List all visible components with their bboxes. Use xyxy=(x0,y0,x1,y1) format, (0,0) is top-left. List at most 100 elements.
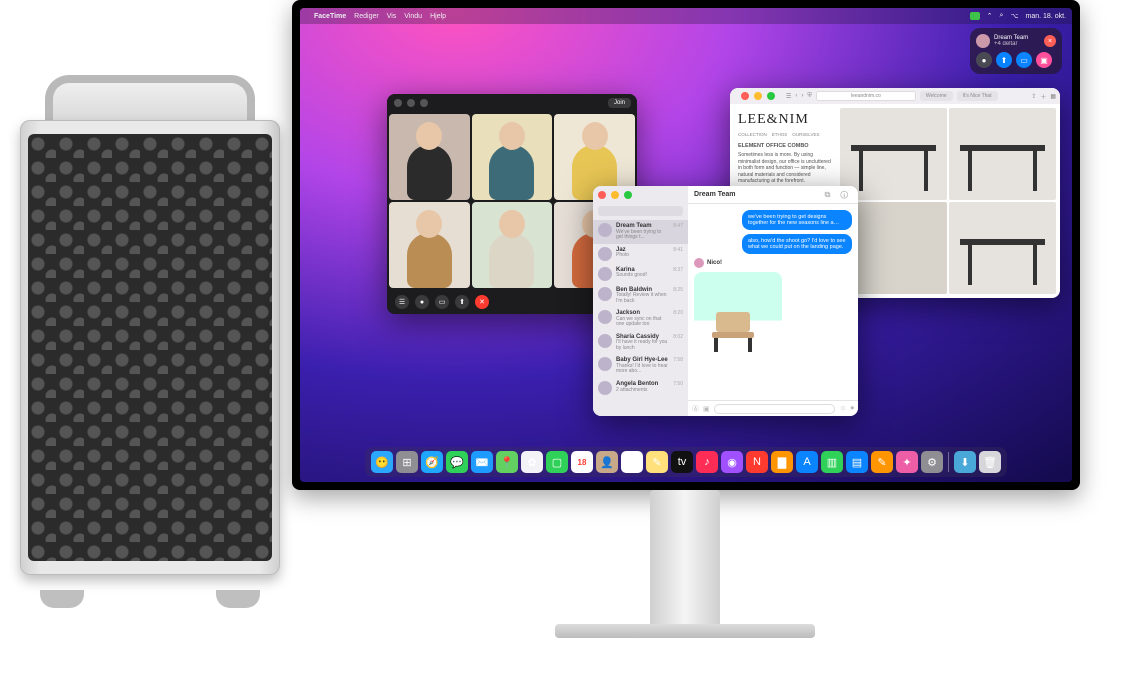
new-tab-icon[interactable]: ＋ xyxy=(1040,92,1046,101)
conversation-row[interactable]: Ben BaldwinTotally! Review it when I'm b… xyxy=(593,284,688,308)
compose-bar[interactable]: Ⓐ ▣ ☺ ⏺ xyxy=(688,400,858,416)
screen-share-icon[interactable]: ⬆ xyxy=(996,52,1012,68)
menubar[interactable]: FaceTime Rediger Vis Vindu Hjelp ⌃ ⌕ ⌥ m… xyxy=(300,8,1072,24)
back-icon[interactable]: ‹ xyxy=(795,93,797,99)
menubar-item[interactable]: Hjelp xyxy=(430,13,446,20)
dock-app-numbers[interactable]: ▥ xyxy=(821,451,843,473)
conversation-row[interactable]: KarinaSounds good!8:37 xyxy=(593,264,688,284)
safari-toolbar[interactable]: ☰ ‹ › ⛨ leeandnim.co Welcome It's Nice T… xyxy=(730,88,1060,104)
messages-window[interactable]: Dream TeamWe've been trying to get thing… xyxy=(593,186,858,416)
site-logo[interactable]: LEE&NIM xyxy=(738,112,832,128)
facetime-status-icon[interactable] xyxy=(970,12,980,20)
join-button[interactable]: ▣ xyxy=(1036,52,1052,68)
dock-app-reminders[interactable]: ≣ xyxy=(621,451,643,473)
messages-thread[interactable]: Dream Team ⧉ ⓘ we've been trying to get … xyxy=(688,186,858,416)
mic-icon[interactable]: ● xyxy=(415,295,429,309)
message-input[interactable] xyxy=(714,404,836,414)
dock-app-photos[interactable]: ✿ xyxy=(521,451,543,473)
dock-app-facetime[interactable]: ▢ xyxy=(546,451,568,473)
emoji-icon[interactable]: ☺ xyxy=(839,405,846,412)
dock-app-notes[interactable]: ✎ xyxy=(646,451,668,473)
safari-tab[interactable]: Welcome xyxy=(920,91,953,101)
dock-app-calendar[interactable]: 18 xyxy=(571,451,593,473)
dock-downloads[interactable]: ⬇ xyxy=(954,451,976,473)
avatar-icon xyxy=(598,381,612,395)
messages-sidebar[interactable]: Dream TeamWe've been trying to get thing… xyxy=(593,186,688,416)
facetime-participant[interactable] xyxy=(472,114,553,200)
mac-pro-feet xyxy=(20,590,280,608)
shield-icon[interactable]: ⛨ xyxy=(807,93,812,100)
product-photo[interactable] xyxy=(840,108,947,200)
dock-app-maps[interactable]: 📍 xyxy=(496,451,518,473)
message-bubble: also, how'd the shoot go? I'd love to se… xyxy=(742,234,852,254)
avatar-icon xyxy=(598,357,612,371)
dock-app-mail[interactable]: ✉️ xyxy=(471,451,493,473)
forward-icon[interactable]: › xyxy=(801,93,803,99)
dock-app-news[interactable]: N xyxy=(746,451,768,473)
dock-app-podcasts[interactable]: ◉ xyxy=(721,451,743,473)
close-icon[interactable]: × xyxy=(1044,35,1056,47)
conversation-row[interactable]: JacksonCan we sync on that one update to… xyxy=(593,307,688,331)
conversation-row[interactable]: Angela Benton2 attachments7:50 xyxy=(593,378,688,398)
address-bar[interactable]: leeandnim.co xyxy=(816,91,916,101)
dock-app-pages[interactable]: ✎ xyxy=(871,451,893,473)
dock-app-messages[interactable]: 💬 xyxy=(446,451,468,473)
dock-app-books[interactable]: ▇ xyxy=(771,451,793,473)
search-icon[interactable]: ⌕ xyxy=(1000,12,1004,20)
facetime-titlebar[interactable]: Join xyxy=(387,94,637,112)
site-nav[interactable]: COLLECTIONETHOSOURSELVES xyxy=(738,132,832,137)
dock[interactable]: 😶⊞🧭💬✉️📍✿▢18👤≣✎tv♪◉N▇A▥▤✎✦⚙⬇🗑 xyxy=(365,447,1007,477)
menubar-app-name[interactable]: FaceTime xyxy=(314,13,346,20)
facetime-participant[interactable] xyxy=(389,114,470,200)
window-controls[interactable] xyxy=(387,94,435,112)
facetime-notification[interactable]: Dream Team +4 deltar × ● ⬆ ▭ ▣ xyxy=(970,28,1062,74)
safari-tab[interactable]: It's Nice That xyxy=(957,91,998,101)
menubar-item[interactable]: Vis xyxy=(387,13,397,20)
menubar-item[interactable]: Rediger xyxy=(354,13,379,20)
facetime-participant[interactable] xyxy=(389,202,470,288)
apps-icon[interactable]: Ⓐ xyxy=(692,404,699,414)
dock-app-safari[interactable]: 🧭 xyxy=(421,451,443,473)
dock-app-tv[interactable]: tv xyxy=(671,451,693,473)
dock-app-music[interactable]: ♪ xyxy=(696,451,718,473)
search-input[interactable] xyxy=(598,206,683,216)
sidebar-icon[interactable]: ☰ xyxy=(786,93,791,100)
hang-up-button[interactable]: ✕ xyxy=(475,295,489,309)
wifi-icon[interactable]: ⌃ xyxy=(987,12,993,20)
photos-icon[interactable]: ▣ xyxy=(703,405,710,413)
facetime-participant[interactable] xyxy=(472,202,553,288)
dock-app-finder[interactable]: 😶 xyxy=(371,451,393,473)
mic-icon[interactable]: ● xyxy=(976,52,992,68)
share-icon[interactable]: ⇪ xyxy=(1031,93,1036,100)
voice-icon[interactable]: ⏺ xyxy=(851,405,855,413)
conversation-row[interactable]: Baby Girl Hye-LeeThanks! I'd love to hea… xyxy=(593,354,688,378)
macos-desktop[interactable]: FaceTime Rediger Vis Vindu Hjelp ⌃ ⌕ ⌥ m… xyxy=(300,8,1072,482)
product-gallery[interactable] xyxy=(840,104,1060,298)
share-screen-icon[interactable]: ⬆ xyxy=(455,295,469,309)
dock-app-keynote[interactable]: ▤ xyxy=(846,451,868,473)
conversation-list[interactable]: Dream TeamWe've been trying to get thing… xyxy=(593,220,688,398)
window-controls[interactable] xyxy=(734,88,782,105)
camera-icon[interactable]: ▭ xyxy=(1016,52,1032,68)
thread-actions[interactable]: ⧉ ⓘ xyxy=(825,190,852,200)
camera-icon[interactable]: ▭ xyxy=(435,295,449,309)
dock-app-appstore[interactable]: A xyxy=(796,451,818,473)
product-photo[interactable] xyxy=(949,202,1056,294)
dock-trash[interactable]: 🗑 xyxy=(979,451,1001,473)
sidebar-icon[interactable]: ☰ xyxy=(395,295,409,309)
menubar-clock[interactable]: man. 18. okt. xyxy=(1026,13,1066,20)
dock-app-launchpad[interactable]: ⊞ xyxy=(396,451,418,473)
conversation-row[interactable]: Dream TeamWe've been trying to get thing… xyxy=(593,220,688,244)
join-button[interactable]: Join xyxy=(608,98,631,108)
message-attachment-photo[interactable] xyxy=(694,272,782,360)
conversation-row[interactable]: JazPhoto8:41 xyxy=(593,244,688,264)
window-controls[interactable] xyxy=(593,186,688,204)
product-photo[interactable] xyxy=(949,108,1056,200)
control-center-icon[interactable]: ⌥ xyxy=(1010,12,1018,20)
menubar-item[interactable]: Vindu xyxy=(404,13,422,20)
dock-app-contacts[interactable]: 👤 xyxy=(596,451,618,473)
tabs-icon[interactable]: ▦ xyxy=(1050,93,1056,100)
dock-app-shortcuts[interactable]: ✦ xyxy=(896,451,918,473)
conversation-row[interactable]: Sharía CassidyI'll have it ready for you… xyxy=(593,331,688,355)
dock-app-settings[interactable]: ⚙ xyxy=(921,451,943,473)
